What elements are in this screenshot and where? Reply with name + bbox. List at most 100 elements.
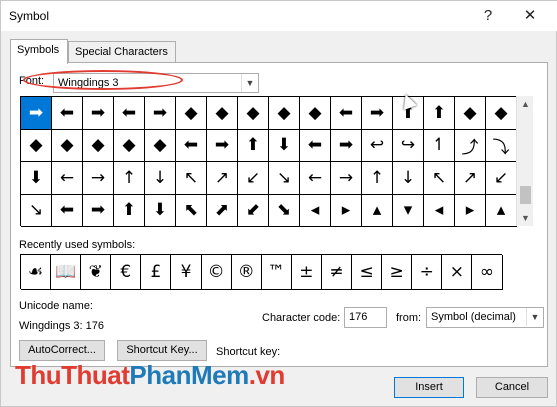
symbol-cell[interactable]: ◆ (207, 97, 238, 130)
symbol-cell[interactable]: ⬅ (176, 129, 207, 162)
symbols-panel: Font: Wingdings 3 ▼ ➡ ⬅ ➡ ⬅ ➡ ◆ ◆ ◆ ◆ ◆ ⬅ ➡ ⬆ ⬆ ◆ ◆ ◆ ◆ ◆ ◆… (10, 62, 548, 367)
scroll-thumb[interactable] (520, 186, 531, 204)
symbol-cell[interactable]: ← (300, 162, 331, 195)
help-icon[interactable]: ? (474, 5, 502, 27)
symbol-cell[interactable]: ↿ (424, 129, 455, 162)
symbol-cell[interactable]: ▸ (331, 194, 362, 227)
recent-symbol-cell[interactable]: ¥ (171, 255, 202, 290)
symbol-cell[interactable]: ↑ (114, 162, 145, 195)
symbol-cell[interactable]: ◆ (176, 97, 207, 130)
symbol-cell[interactable]: ◆ (269, 97, 300, 130)
symbol-cell[interactable]: ◂ (424, 194, 455, 227)
chevron-down-icon[interactable]: ▼ (241, 74, 258, 92)
symbol-cell[interactable]: ⬆ (238, 129, 269, 162)
symbol-cell[interactable]: ➡ (207, 129, 238, 162)
symbol-cell[interactable]: ⬅ (331, 97, 362, 130)
symbol-cell[interactable]: ◂ (300, 194, 331, 227)
symbol-cell[interactable]: ↘ (269, 162, 300, 195)
shortcut-key-button[interactable]: Shortcut Key... (117, 340, 207, 361)
recent-symbol-cell[interactable]: ☙ (21, 255, 52, 290)
scroll-up-icon[interactable]: ▲ (517, 96, 534, 112)
symbol-cell[interactable]: ◆ (145, 129, 176, 162)
symbol-grid-scrollbar[interactable]: ▲ ▼ (516, 96, 533, 226)
symbol-cell[interactable]: ↖ (176, 162, 207, 195)
symbol-cell[interactable]: ⬋ (238, 194, 269, 227)
recent-symbol-cell[interactable]: ± (291, 255, 322, 290)
symbol-cell[interactable]: ⬇ (269, 129, 300, 162)
symbol-cell[interactable]: ▴ (362, 194, 393, 227)
symbol-cell[interactable]: ↑ (362, 162, 393, 195)
symbol-cell[interactable]: ◆ (114, 129, 145, 162)
symbol-cell[interactable]: ➡ (362, 97, 393, 130)
symbol-cell[interactable]: ⬇ (21, 162, 52, 195)
symbol-cell[interactable]: ⤴ (455, 129, 486, 162)
close-icon[interactable]: ✕ (516, 5, 544, 27)
autocorrect-button[interactable]: AutoCorrect... (19, 340, 105, 361)
recent-symbol-cell[interactable]: ™ (261, 255, 292, 290)
shortcut-key-label: Shortcut key: (216, 346, 281, 358)
symbol-cell[interactable]: ◆ (238, 97, 269, 130)
recent-symbol-cell[interactable]: ∞ (472, 255, 503, 290)
recent-symbol-cell[interactable]: × (442, 255, 473, 290)
symbol-cell[interactable]: ⬇ (145, 194, 176, 227)
insert-button[interactable]: Insert (394, 377, 464, 398)
symbol-cell[interactable]: ➡ (21, 97, 52, 130)
symbol-cell[interactable]: ⬈ (207, 194, 238, 227)
symbol-cell[interactable]: ⬅ (52, 194, 83, 227)
symbol-cell[interactable]: ➡ (83, 97, 114, 130)
symbol-cell[interactable]: ⬊ (269, 194, 300, 227)
symbol-cell[interactable]: ⬆ (114, 194, 145, 227)
symbol-cell[interactable]: ◆ (52, 129, 83, 162)
symbol-cell[interactable]: ⬆ (424, 97, 455, 130)
symbol-cell[interactable]: ↪ (393, 129, 424, 162)
symbol-cell[interactable]: ↩ (362, 129, 393, 162)
recent-symbol-cell[interactable]: ❦ (81, 255, 112, 290)
symbol-cell[interactable]: ↙ (238, 162, 269, 195)
symbol-cell[interactable]: ← (52, 162, 83, 195)
recent-symbol-cell[interactable]: ≤ (352, 255, 383, 290)
from-dropdown[interactable]: Symbol (decimal) ▼ (426, 307, 544, 328)
tab-special-characters[interactable]: Special Characters (68, 41, 176, 63)
symbol-cell[interactable]: ◆ (21, 129, 52, 162)
recent-symbol-cell[interactable]: ÷ (412, 255, 443, 290)
symbol-cell[interactable]: ▾ (393, 194, 424, 227)
symbol-cell[interactable]: ↖ (424, 162, 455, 195)
font-label: Font: (19, 75, 45, 87)
symbol-cell[interactable]: ⬅ (52, 97, 83, 130)
character-code-input[interactable]: 176 (344, 307, 387, 328)
symbol-cell[interactable]: ↙ (486, 162, 517, 195)
symbol-cell[interactable]: ▴ (486, 194, 517, 227)
recent-symbol-cell[interactable]: ≥ (382, 255, 413, 290)
symbol-cell[interactable]: ➡ (331, 129, 362, 162)
symbol-cell[interactable]: ➡ (145, 97, 176, 130)
symbol-cell[interactable]: → (83, 162, 114, 195)
symbol-cell[interactable]: ↗ (455, 162, 486, 195)
recent-symbol-cell[interactable]: © (201, 255, 232, 290)
symbol-cell[interactable]: ⬉ (176, 194, 207, 227)
recent-symbol-cell[interactable]: £ (141, 255, 172, 290)
symbol-cell[interactable]: ↗ (207, 162, 238, 195)
symbol-cell[interactable]: ⤵ (486, 129, 517, 162)
symbol-cell[interactable]: ↓ (393, 162, 424, 195)
symbol-cell[interactable]: ⬅ (300, 129, 331, 162)
symbol-cell[interactable]: ◆ (486, 97, 517, 130)
symbol-cell[interactable]: ➡ (83, 194, 114, 227)
symbol-cell[interactable]: ▸ (455, 194, 486, 227)
chevron-down-icon[interactable]: ▼ (526, 308, 543, 326)
symbol-cell[interactable]: ◆ (300, 97, 331, 130)
symbol-cell[interactable]: ↓ (145, 162, 176, 195)
recent-symbol-cell[interactable]: ≠ (321, 255, 353, 290)
dialog-title: Symbol (9, 9, 50, 23)
font-dropdown[interactable]: Wingdings 3 ▼ (53, 73, 259, 93)
scroll-down-icon[interactable]: ▼ (517, 210, 534, 226)
symbol-cell[interactable]: ◆ (83, 129, 114, 162)
symbol-cell[interactable]: → (331, 162, 362, 195)
recent-symbol-cell[interactable]: ® (231, 255, 262, 290)
symbol-cell[interactable]: ↘ (21, 194, 52, 227)
recent-symbol-cell[interactable]: 📖 (51, 255, 82, 290)
symbol-cell[interactable]: ◆ (455, 97, 486, 130)
symbol-cell[interactable]: ⬅ (114, 97, 145, 130)
tab-symbols[interactable]: Symbols (10, 39, 68, 64)
cancel-button[interactable]: Cancel (476, 377, 548, 398)
recent-symbol-cell[interactable]: € (111, 255, 142, 290)
